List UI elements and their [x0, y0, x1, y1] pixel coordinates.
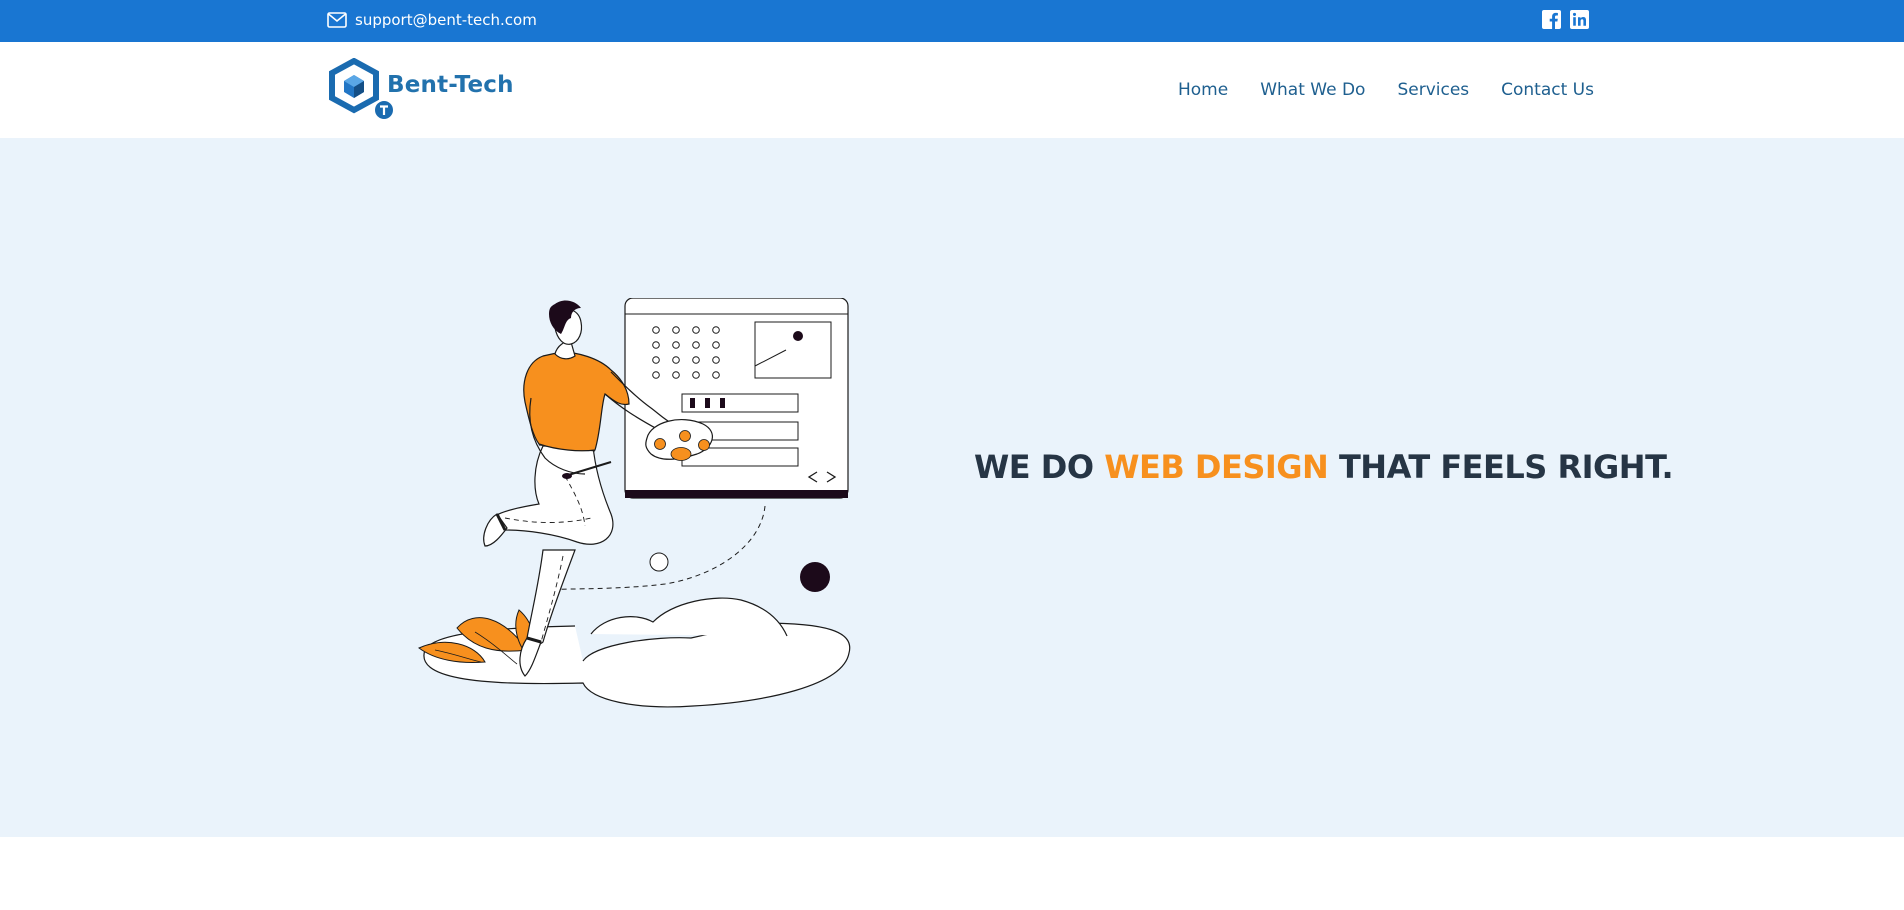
- nav-services[interactable]: Services: [1397, 80, 1469, 100]
- main-nav: Home What We Do Services Contact Us: [1178, 80, 1594, 100]
- facebook-link[interactable]: [1542, 10, 1561, 29]
- linkedin-link[interactable]: [1570, 10, 1589, 29]
- logo[interactable]: Bent-Tech: [327, 58, 514, 122]
- site-header: Bent-Tech Home What We Do Services Conta…: [0, 42, 1904, 138]
- linkedin-icon: [1570, 10, 1589, 29]
- nav-home[interactable]: Home: [1178, 80, 1228, 100]
- brand-name: Bent-Tech: [387, 72, 514, 98]
- headline-accent: WEB DESIGN: [1104, 448, 1329, 486]
- email-link[interactable]: support@bent-tech.com: [327, 11, 537, 29]
- designer-illustration: [418, 298, 851, 708]
- nav-what-we-do[interactable]: What We Do: [1260, 80, 1365, 100]
- envelope-icon: [327, 12, 347, 28]
- facebook-icon: [1542, 10, 1561, 29]
- hero-section: WE DO WEB DESIGN THAT FEELS RIGHT.: [0, 138, 1904, 837]
- nav-contact-us[interactable]: Contact Us: [1501, 80, 1594, 100]
- top-bar: support@bent-tech.com: [0, 0, 1904, 42]
- headline-part-1: WE DO: [974, 448, 1105, 486]
- email-text: support@bent-tech.com: [355, 11, 537, 29]
- social-links: [1542, 10, 1589, 29]
- headline-part-2: THAT FEELS RIGHT.: [1328, 448, 1674, 486]
- hero-headline: WE DO WEB DESIGN THAT FEELS RIGHT.: [974, 448, 1674, 486]
